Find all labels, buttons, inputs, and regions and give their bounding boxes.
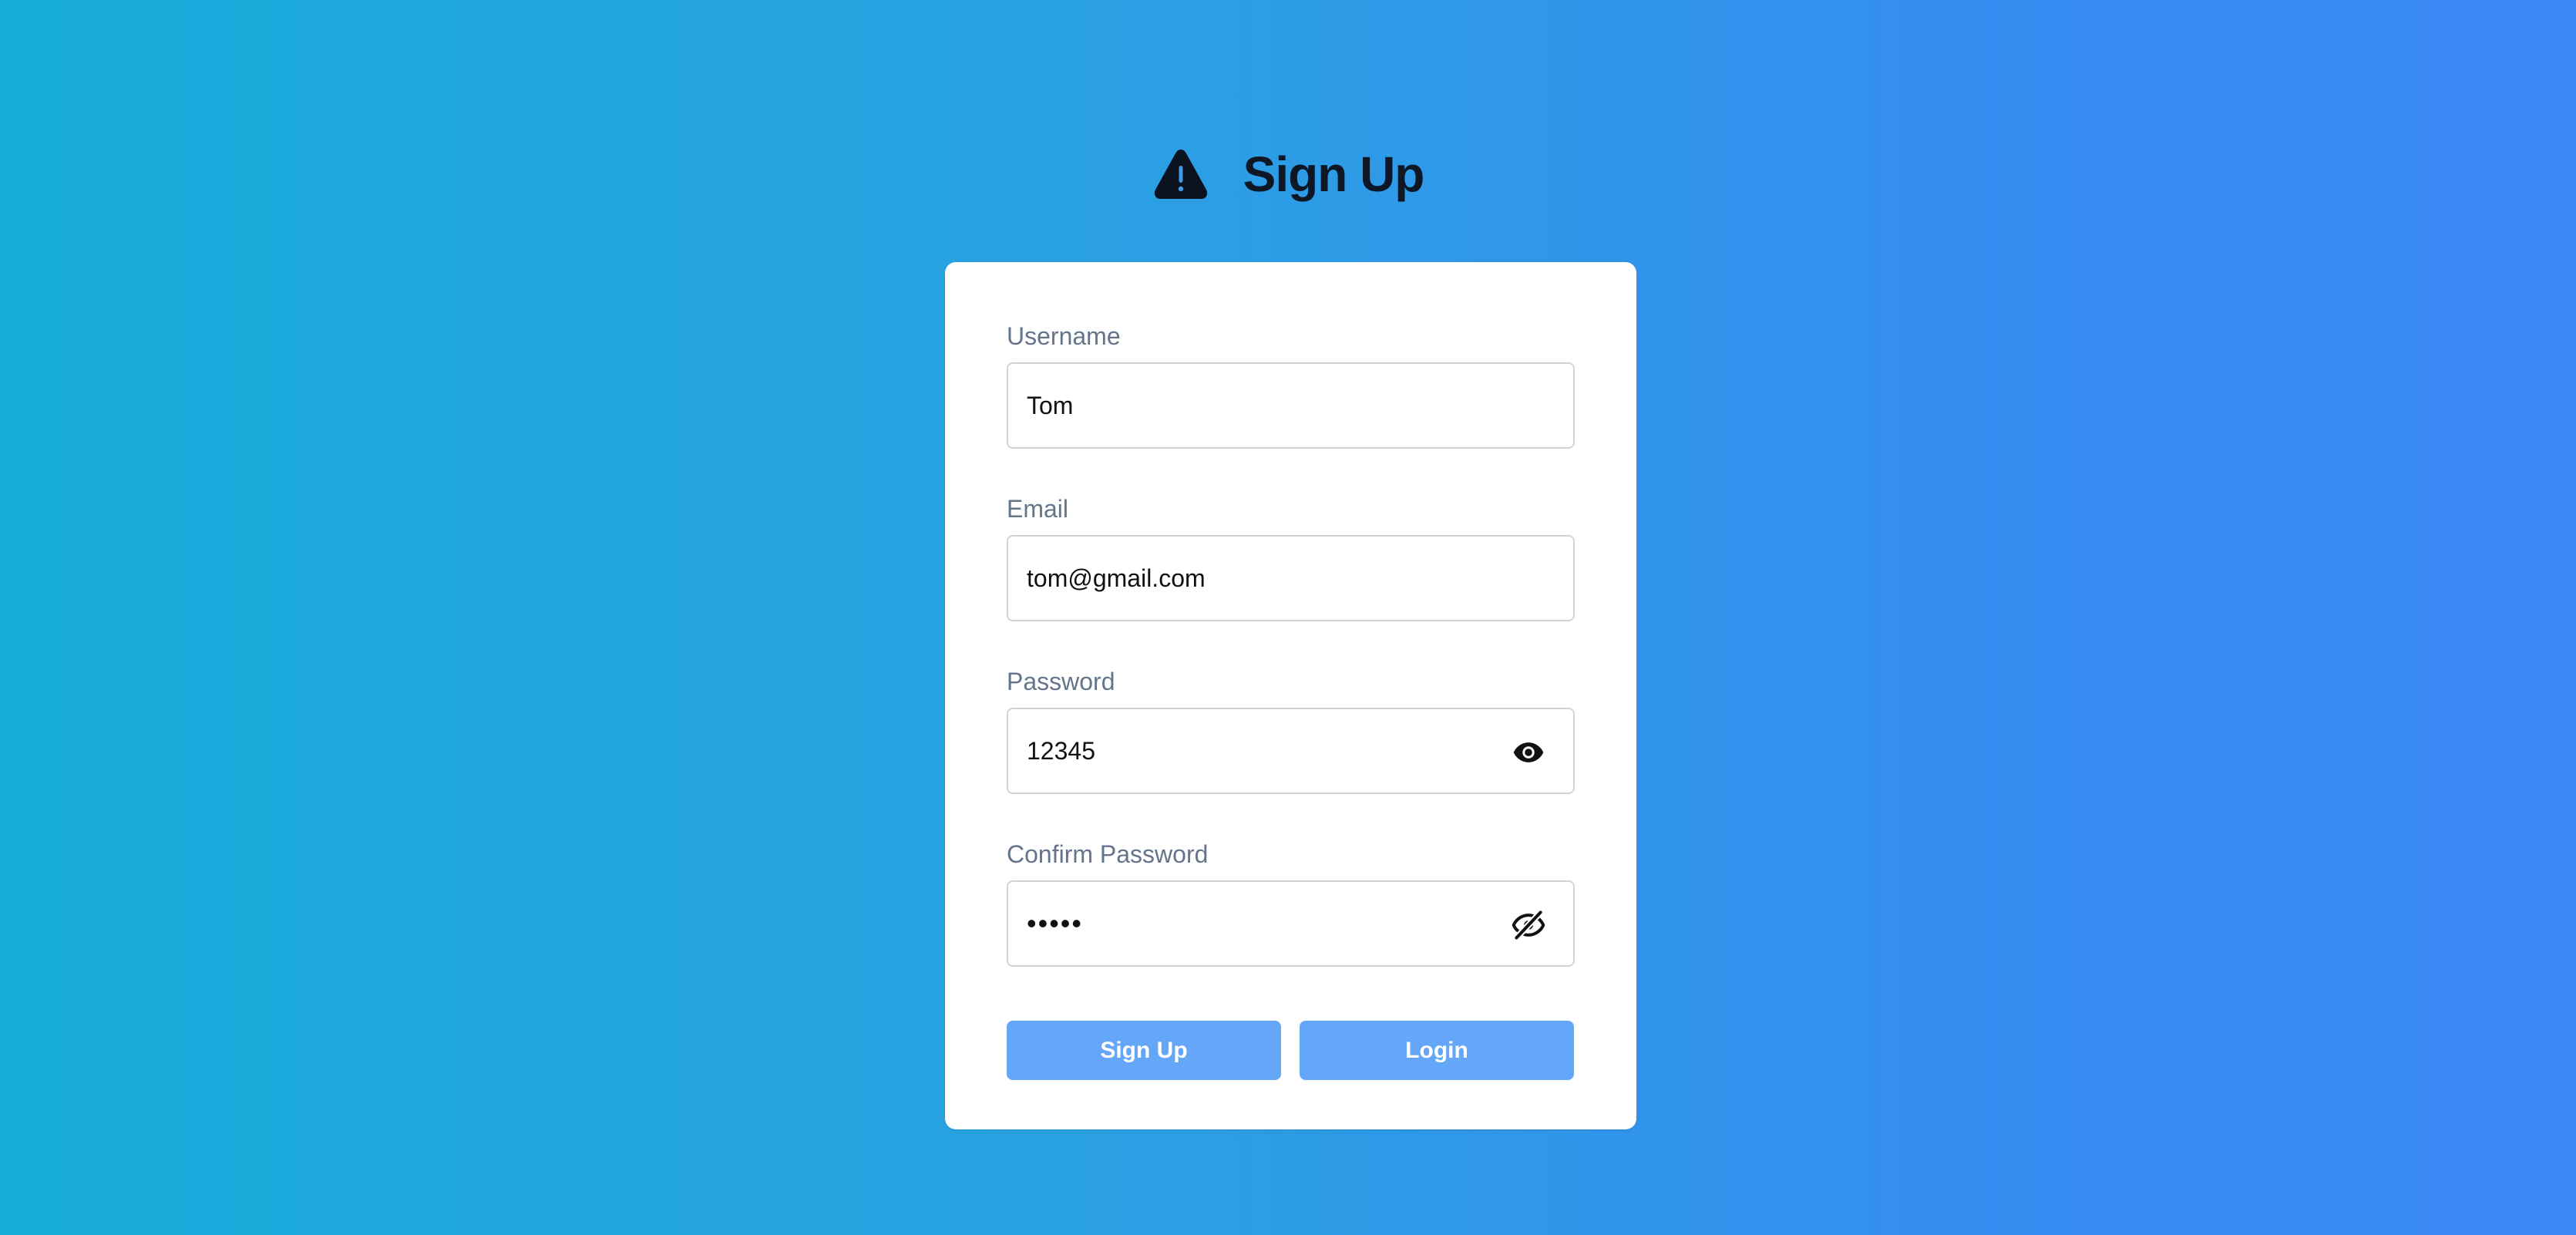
eye-slash-icon[interactable] <box>1512 908 1545 942</box>
email-input[interactable] <box>1008 537 1573 620</box>
email-field-group: Email <box>1007 493 1575 621</box>
confirm-password-field-group: Confirm Password <box>1007 839 1575 967</box>
username-field-group: Username <box>1007 321 1575 449</box>
username-input-wrapper <box>1007 362 1575 449</box>
eye-icon[interactable] <box>1512 735 1545 769</box>
password-field-group: Password <box>1007 666 1575 794</box>
confirm-password-input-wrapper <box>1007 880 1575 967</box>
username-input[interactable] <box>1008 364 1573 447</box>
password-input[interactable] <box>1008 709 1573 792</box>
email-input-wrapper <box>1007 535 1575 621</box>
signup-button[interactable]: Sign Up <box>1007 1021 1281 1080</box>
confirm-password-label: Confirm Password <box>1007 840 1209 868</box>
login-button[interactable]: Login <box>1300 1021 1574 1080</box>
warning-triangle-icon <box>1154 150 1207 199</box>
page-header: Sign Up <box>0 146 2576 202</box>
password-label: Password <box>1007 668 1115 695</box>
username-label: Username <box>1007 322 1121 350</box>
confirm-password-input[interactable] <box>1008 882 1573 965</box>
page-title: Sign Up <box>1243 146 1425 202</box>
email-label: Email <box>1007 495 1069 523</box>
signup-card: Username Email Password Confirm Password <box>945 262 1636 1129</box>
password-input-wrapper <box>1007 708 1575 794</box>
